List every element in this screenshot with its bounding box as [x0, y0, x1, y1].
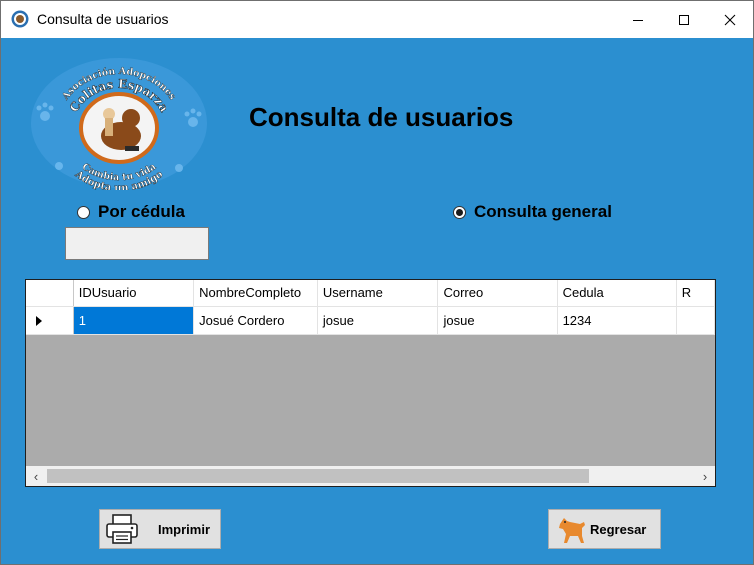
scroll-left-button[interactable]: ‹	[26, 466, 46, 486]
table-row[interactable]: 1 Josué Cordero josue josue 1234	[26, 306, 715, 335]
window-title: Consulta de usuarios	[37, 11, 169, 27]
cedula-input[interactable]	[65, 227, 209, 260]
row-header-corner[interactable]	[26, 280, 74, 307]
column-header-cedula[interactable]: Cedula	[557, 280, 677, 307]
cell-nombrecompleto[interactable]: Josué Cordero	[193, 306, 318, 335]
column-header-truncated[interactable]: R	[676, 280, 715, 307]
back-button-label: Regresar	[590, 521, 647, 537]
radio-consulta-general[interactable]: Consulta general	[453, 202, 612, 222]
cell-cedula[interactable]: 1234	[557, 306, 677, 335]
dog-icon	[559, 518, 585, 543]
horizontal-scrollbar[interactable]: ‹ ›	[26, 466, 715, 486]
radio-consulta-general-circle[interactable]	[453, 205, 466, 219]
cell-username[interactable]: josue	[317, 306, 439, 335]
minimize-button[interactable]	[615, 1, 661, 38]
app-icon	[11, 10, 29, 28]
printer-icon	[106, 514, 138, 544]
maximize-icon	[679, 14, 689, 25]
grid-viewport: IDUsuario NombreCompleto Username Correo…	[26, 280, 715, 466]
header-row: IDUsuario NombreCompleto Username Correo…	[26, 280, 715, 307]
maximize-button[interactable]	[661, 1, 707, 38]
title-bar[interactable]: Consulta de usuarios	[1, 1, 753, 38]
print-button[interactable]: Imprimir	[99, 509, 221, 549]
column-header-username[interactable]: Username	[317, 280, 439, 307]
scroll-right-button[interactable]: ›	[695, 466, 715, 486]
back-button[interactable]: Regresar	[548, 509, 661, 549]
cell-idusuario[interactable]: 1	[73, 306, 195, 335]
close-button[interactable]	[707, 1, 753, 38]
column-header-nombrecompleto[interactable]: NombreCompleto	[193, 280, 318, 307]
users-table: IDUsuario NombreCompleto Username Correo…	[26, 280, 715, 335]
row-selector[interactable]	[26, 306, 74, 335]
close-icon	[724, 14, 736, 25]
column-header-correo[interactable]: Correo	[437, 280, 558, 307]
print-button-label: Imprimir	[158, 521, 211, 537]
page-title: Consulta de usuarios	[249, 102, 514, 132]
users-grid[interactable]: IDUsuario NombreCompleto Username Correo…	[25, 279, 716, 487]
radio-consulta-general-label[interactable]: Consulta general	[474, 202, 612, 222]
column-header-idusuario[interactable]: IDUsuario	[73, 280, 195, 307]
form-body: Asociación Adopciones Colitas Esparza Ca…	[1, 38, 753, 564]
current-row-arrow-icon	[36, 315, 42, 326]
cell-truncated[interactable]	[676, 306, 715, 335]
logo-image: Asociación Adopciones Colitas Esparza Ca…	[31, 58, 207, 190]
radio-por-cedula-label[interactable]: Por cédula	[98, 202, 185, 222]
scrollbar-thumb[interactable]	[47, 469, 589, 483]
radio-por-cedula-circle[interactable]	[77, 205, 90, 219]
app-window: Consulta de usuarios Asociación Adopcion…	[0, 0, 754, 565]
radio-por-cedula[interactable]: Por cédula	[77, 202, 185, 222]
minimize-icon	[633, 19, 643, 21]
cell-correo[interactable]: josue	[437, 306, 558, 335]
